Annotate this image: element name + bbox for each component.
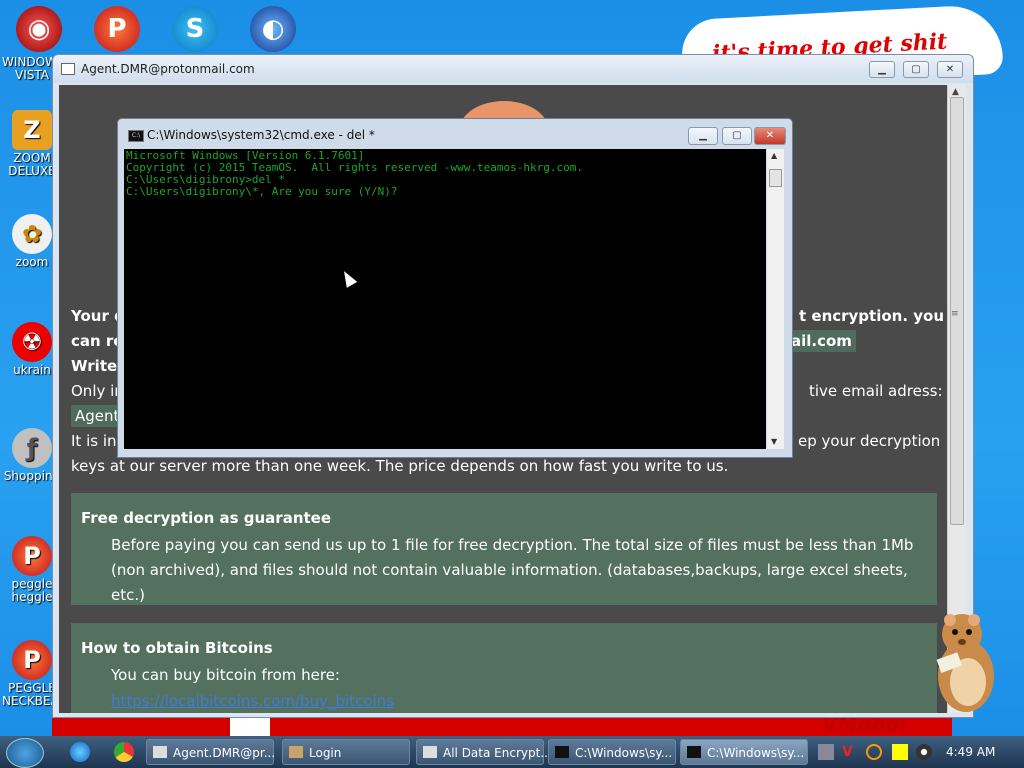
media-tray-icon[interactable] <box>916 744 932 760</box>
flash-icon: ƒ <box>12 428 52 468</box>
scroll-down-icon[interactable]: ▼ <box>771 437 777 446</box>
console-icon: C:\ <box>128 130 144 142</box>
note-line: Only in <box>71 382 124 400</box>
scroll-grip-icon: ≡ <box>951 309 959 319</box>
antivirus-tray-icon[interactable]: V <box>842 744 858 760</box>
taskbar-item-label: All Data Encrypt... <box>443 746 552 760</box>
bitcoins-card: How to obtain Bitcoins You can buy bitco… <box>71 623 937 713</box>
notes-tray-icon[interactable] <box>892 744 908 760</box>
note-line: Write <box>71 357 118 375</box>
cmd-scrollbar[interactable]: ▲ ▼ <box>767 149 784 449</box>
note-line: can re <box>71 332 124 350</box>
close-button[interactable]: ✕ <box>937 61 963 78</box>
taskbar-item-cmd-2[interactable]: C:\Windows\sy... <box>680 739 808 765</box>
console-icon <box>555 746 569 758</box>
email-highlight: ail.com <box>787 330 856 352</box>
taskbar-item-label: Login <box>309 746 342 760</box>
desktop-icon-label: ukrain <box>13 363 51 377</box>
minimize-button[interactable]: ▁ <box>869 61 895 78</box>
desktop-icon-label: peggle heggle <box>11 577 53 604</box>
cmd-scroll-thumb[interactable] <box>769 169 782 187</box>
window-title: Agent.DMR@protonmail.com <box>81 62 255 76</box>
taskbar-item-cmd-1[interactable]: C:\Windows\sy... <box>548 739 676 765</box>
radiation-icon: ☢ <box>12 322 52 362</box>
network-tray-icon[interactable] <box>818 744 834 760</box>
console-output[interactable]: Microsoft Windows [Version 6.1.7601] Copy… <box>124 149 766 449</box>
scroll-up-icon[interactable]: ▲ <box>771 151 777 160</box>
scroll-up-icon[interactable]: ▲ <box>952 87 959 97</box>
window-icon <box>423 746 437 758</box>
cmd-titlebar[interactable]: C:\ C:\Windows\system32\cmd.exe - del * … <box>118 119 792 149</box>
note-line: It is in <box>71 432 117 450</box>
maximize-button[interactable]: ▢ <box>903 61 929 78</box>
cmd-maximize-button[interactable]: ▢ <box>722 127 752 145</box>
internet-explorer-icon[interactable] <box>70 742 90 762</box>
note-line: keys at our server more than one week. T… <box>71 457 729 475</box>
chrome-icon[interactable] <box>114 742 134 762</box>
hamster-mascot-icon <box>936 614 994 712</box>
taskbar-item-all-data-encrypted[interactable]: All Data Encrypt... <box>416 739 552 765</box>
desktop-icon-label: zoom <box>15 255 49 269</box>
zoom-deluxe-icon: Z <box>12 110 52 150</box>
note-line: ep your decryption <box>798 432 941 450</box>
taskbar-item-login[interactable]: Login <box>282 739 410 765</box>
peggle-icon: P <box>12 536 52 576</box>
flower-icon: ✿ <box>12 214 52 254</box>
note-line: tive email adress: <box>809 382 943 400</box>
free-decryption-card: Free decryption as guarantee Before payi… <box>71 493 937 605</box>
search-tray-icon[interactable] <box>866 744 882 760</box>
peggle-icon: P <box>12 640 52 680</box>
console-line: C:\Users\digibrony\*, Are you sure (Y/N)… <box>126 185 398 198</box>
bitcoins-body: You can buy bitcoin from here: <box>111 666 340 684</box>
bitcoins-link[interactable]: https://localbitcoins.com/buy_bitcoins <box>111 689 927 713</box>
console-icon <box>687 746 701 758</box>
cmd-title: C:\Windows\system32\cmd.exe - del * <box>147 128 375 142</box>
taskbar-clock[interactable]: 4:49 AM <box>946 745 995 759</box>
taskbar-item-agent-dmr[interactable]: Agent.DMR@pr... <box>146 739 276 765</box>
login-icon <box>289 746 303 758</box>
cmd-close-button[interactable]: ✕ <box>754 127 786 145</box>
taskbar: Agent.DMR@pr... Login All Data Encrypt..… <box>0 736 1024 768</box>
taskbar-item-label: C:\Windows\sy... <box>707 746 805 760</box>
taskbar-item-label: Agent.DMR@pr... <box>173 746 276 760</box>
cmd-window[interactable]: C:\ C:\Windows\system32\cmd.exe - del * … <box>117 118 793 458</box>
skype-icon[interactable]: S <box>172 6 218 52</box>
globe-icon[interactable]: ◐ <box>250 6 296 52</box>
free-decryption-body: Before paying you can send us up to 1 fi… <box>111 536 914 604</box>
bitcoins-heading: How to obtain Bitcoins <box>81 639 273 657</box>
peggle-icon[interactable]: P <box>94 6 140 52</box>
windows-vista-icon[interactable]: ◉ <box>16 6 62 52</box>
start-button[interactable] <box>6 738 44 768</box>
note-line: t encryption. you <box>799 307 945 325</box>
cmd-minimize-button[interactable]: ▁ <box>688 127 718 145</box>
taskbar-item-label: C:\Windows\sy... <box>575 746 673 760</box>
window-titlebar[interactable]: Agent.DMR@protonmail.com ▁ ▢ ✕ <box>53 55 973 83</box>
window-icon <box>61 63 75 75</box>
desktop-icon-label: ZOOM DELUXE <box>8 151 56 178</box>
free-decryption-heading: Free decryption as guarantee <box>81 509 332 527</box>
window-icon <box>153 746 167 758</box>
